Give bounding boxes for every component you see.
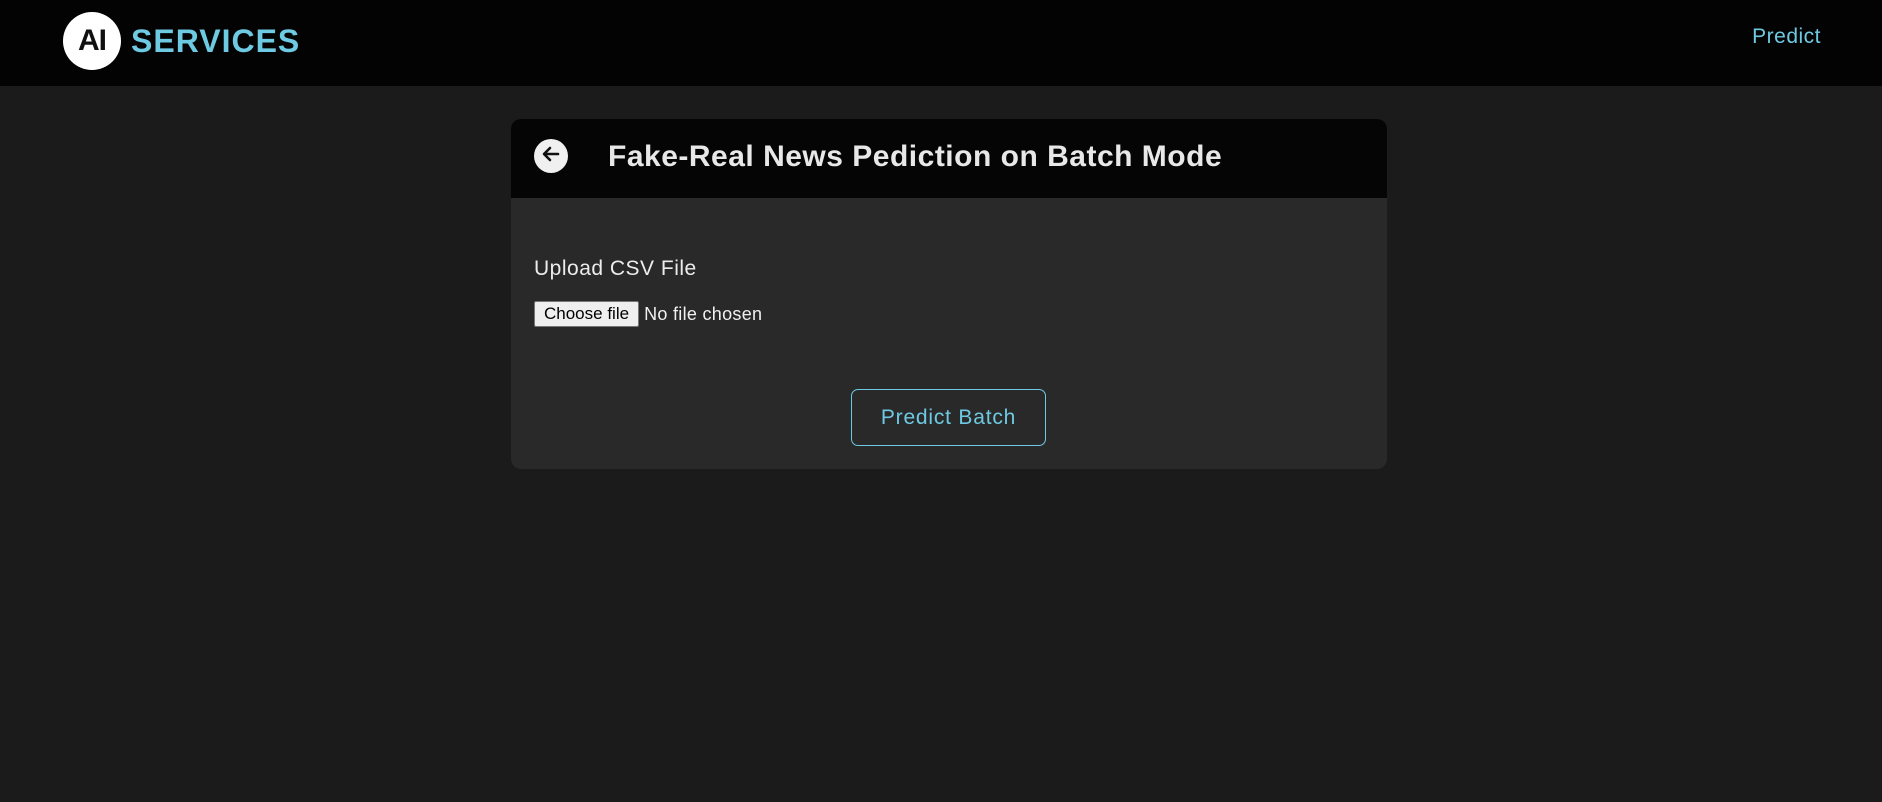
file-status-text: No file chosen: [644, 303, 763, 324]
back-button[interactable]: [534, 139, 568, 173]
top-navbar: AI SERVICES Predict: [0, 0, 1882, 86]
batch-prediction-card: Fake-Real News Pediction on Batch Mode U…: [511, 119, 1387, 469]
nav-link-predict[interactable]: Predict: [1752, 25, 1821, 49]
choose-file-button[interactable]: Choose file: [534, 301, 640, 327]
upload-csv-label: Upload CSV File: [534, 257, 697, 280]
arrow-left-icon: [539, 142, 563, 171]
logo-badge: AI: [63, 12, 121, 70]
predict-batch-button[interactable]: Predict Batch: [851, 389, 1046, 446]
file-input[interactable]: Choose file No file chosen: [534, 301, 762, 327]
brand-name: SERVICES: [131, 22, 301, 59]
brand-logo[interactable]: AI SERVICES: [63, 12, 301, 70]
page-title: Fake-Real News Pediction on Batch Mode: [608, 140, 1223, 173]
card-header: Fake-Real News Pediction on Batch Mode: [511, 119, 1387, 198]
